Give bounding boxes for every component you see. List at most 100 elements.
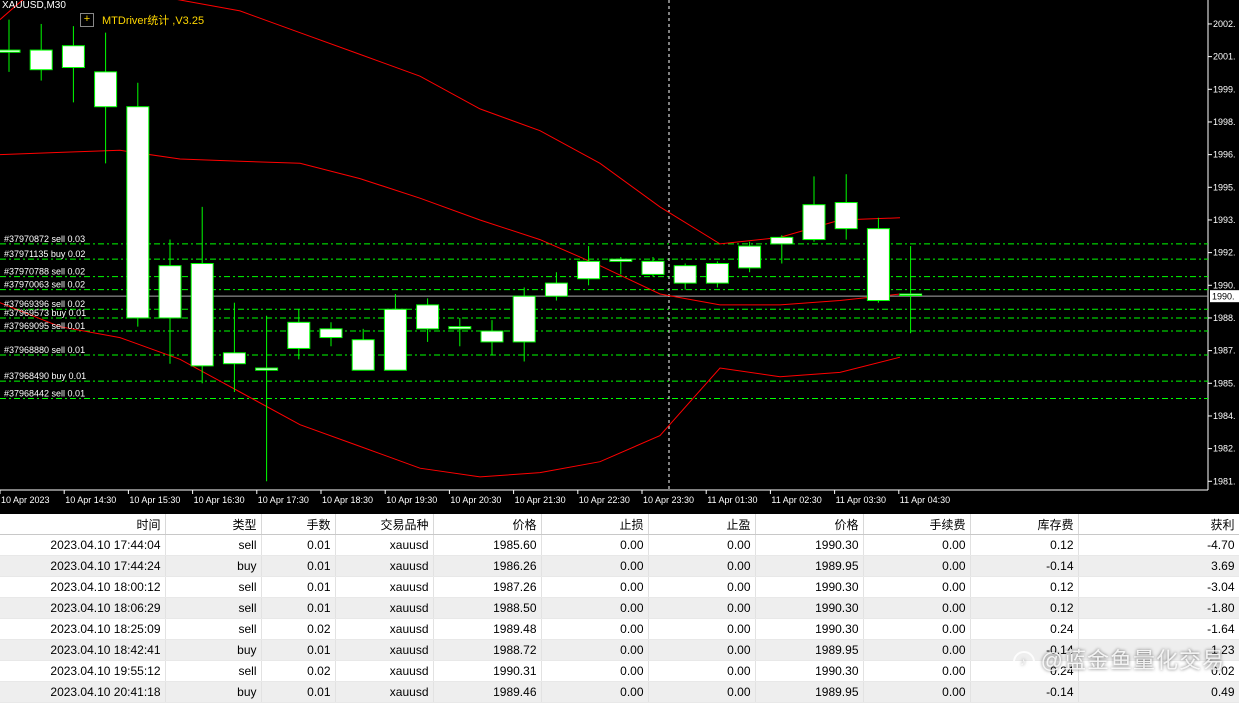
x-tick-label: 10 Apr 15:30	[129, 495, 180, 505]
candle-body	[641, 260, 665, 275]
table-row[interactable]: 2023.04.10 18:25:09 sell 0.02 xauusd 1989.48…	[0, 618, 1239, 640]
y-tick-label: 2001.	[1213, 52, 1236, 62]
table-cell: xauusd	[335, 534, 434, 556]
y-tick-label: 1981.	[1213, 476, 1236, 486]
order-label: #37971135 buy 0.02	[4, 249, 85, 259]
x-tick-label: 10 Apr 21:30	[515, 495, 566, 505]
column-header[interactable]: 手续费	[863, 514, 971, 535]
table-cell: 1990.30	[755, 534, 864, 556]
table-cell: sell	[165, 576, 262, 598]
candle-body	[544, 282, 568, 297]
y-tick-label: 1995.	[1213, 182, 1236, 192]
candle-body	[738, 245, 762, 269]
x-tick-label: 11 Apr 02:30	[771, 495, 821, 505]
table-cell: xauusd	[335, 576, 434, 598]
candle-body	[577, 260, 601, 280]
x-tick-label: 10 Apr 18:30	[322, 495, 373, 505]
column-header[interactable]: 获利	[1078, 514, 1239, 535]
table-cell: 0.00	[541, 618, 649, 640]
x-tick-label: 10 Apr 2023	[1, 495, 50, 505]
column-header[interactable]: 止盈	[648, 514, 756, 535]
table-cell: 0.00	[541, 597, 649, 619]
table-cell: 1990.31	[433, 660, 542, 682]
table-cell: 0.00	[863, 534, 971, 556]
x-tick-label: 11 Apr 03:30	[836, 495, 886, 505]
table-cell: 0.00	[541, 534, 649, 556]
table-row[interactable]: 2023.04.10 20:41:18 buy 0.01 xauusd 1989.46 0…	[0, 681, 1239, 703]
table-cell: -1.64	[1078, 618, 1239, 640]
table-cell: 0.49	[1078, 681, 1239, 703]
table-cell: 0.24	[970, 618, 1079, 640]
x-tick-label: 11 Apr 04:30	[900, 495, 950, 505]
table-row[interactable]: 2023.04.10 17:44:04 sell 0.01 xauusd 1985.60…	[0, 534, 1239, 556]
price-chart[interactable]: 2002. 2001. 1999. 1998. 1996. 1995. 1993. 1992.…	[0, 0, 1239, 510]
column-header[interactable]: 库存费	[970, 514, 1079, 535]
y-tick-label: 1992.	[1213, 248, 1236, 258]
x-tick-label: 11 Apr 01:30	[707, 495, 757, 505]
table-row[interactable]: 2023.04.10 17:44:24 buy 0.01 xauusd 1986.26 0…	[0, 555, 1239, 577]
candle-body	[866, 228, 890, 302]
column-header[interactable]: 类型	[165, 514, 262, 535]
chart-symbol: XAUUSD,M30	[2, 0, 66, 11]
table-cell: 1988.50	[433, 597, 542, 619]
table-cell: 1989.48	[433, 618, 542, 640]
candle-body	[351, 339, 375, 371]
table-row[interactable]: 2023.04.10 18:06:29 sell 0.01 xauusd 1988.50…	[0, 597, 1239, 619]
table-cell: sell	[165, 660, 262, 682]
table-row[interactable]: 2023.04.10 18:00:12 sell 0.01 xauusd 1987.26…	[0, 576, 1239, 598]
x-tick-label: 10 Apr 17:30	[258, 495, 309, 505]
candle-body	[126, 106, 150, 319]
column-header[interactable]: 价格	[755, 514, 864, 535]
column-header[interactable]: 时间	[0, 514, 166, 535]
order-label: #37969095 sell 0.01	[4, 321, 85, 331]
x-tick-label: 10 Apr 23:30	[643, 495, 694, 505]
table-cell: 1989.95	[755, 681, 864, 703]
column-header[interactable]: 交易品种	[335, 514, 434, 535]
table-cell: 2023.04.10 17:44:04	[0, 534, 166, 556]
indicator-name: MTDriver统计 ,V3.25	[102, 15, 205, 27]
column-header[interactable]: 止损	[541, 514, 649, 535]
table-cell: 1989.95	[755, 555, 864, 577]
table-cell: xauusd	[335, 660, 434, 682]
plus-icon[interactable]: +	[80, 13, 94, 27]
table-cell: 0.00	[648, 639, 756, 661]
x-tick-label: 10 Apr 16:30	[194, 495, 245, 505]
table-cell: 1990.30	[755, 618, 864, 640]
table-cell: buy	[165, 555, 262, 577]
table-cell: 0.00	[541, 639, 649, 661]
table-cell: sell	[165, 534, 262, 556]
candle-body	[448, 326, 472, 330]
table-cell: 0.02	[261, 660, 336, 682]
candle-body	[705, 263, 729, 284]
order-label: #37968490 buy 0.01	[4, 371, 86, 381]
table-cell: 0.00	[648, 534, 756, 556]
table-cell: 0.00	[863, 597, 971, 619]
table-cell: 1990.30	[755, 660, 864, 682]
chart-canvas[interactable]: 2002. 2001. 1999. 1998. 1996. 1995. 1993. 1992.…	[0, 0, 1239, 510]
table-cell: xauusd	[335, 618, 434, 640]
y-tick-label: 1996.	[1213, 150, 1236, 160]
candle-body	[673, 265, 697, 284]
table-cell: 2023.04.10 18:42:41	[0, 639, 166, 661]
watermark-text: @蓝金鱼量化交易	[1040, 648, 1225, 673]
candle-body	[512, 295, 536, 343]
table-cell: 0.00	[648, 597, 756, 619]
table-cell: 1990.30	[755, 597, 864, 619]
column-header[interactable]: 价格	[433, 514, 542, 535]
x-tick-label: 10 Apr 14:30	[65, 495, 116, 505]
table-cell: -0.14	[970, 555, 1079, 577]
column-header[interactable]: 手数	[261, 514, 336, 535]
table-cell: 0.00	[863, 681, 971, 703]
candle-body	[802, 204, 826, 241]
candle-body	[94, 71, 118, 108]
table-cell: 3.69	[1078, 555, 1239, 577]
candle-body	[158, 265, 182, 319]
x-tick-label: 10 Apr 22:30	[579, 495, 630, 505]
indicator-label[interactable]: + MTDriver统计 ,V3.25	[80, 12, 204, 28]
table-cell: xauusd	[335, 555, 434, 577]
table-cell: 2023.04.10 20:41:18	[0, 681, 166, 703]
candle-body	[834, 202, 858, 230]
y-tick-label: 1988.	[1213, 313, 1236, 323]
current-price-label: 1990.	[1212, 292, 1235, 302]
table-cell: 2023.04.10 18:00:12	[0, 576, 166, 598]
